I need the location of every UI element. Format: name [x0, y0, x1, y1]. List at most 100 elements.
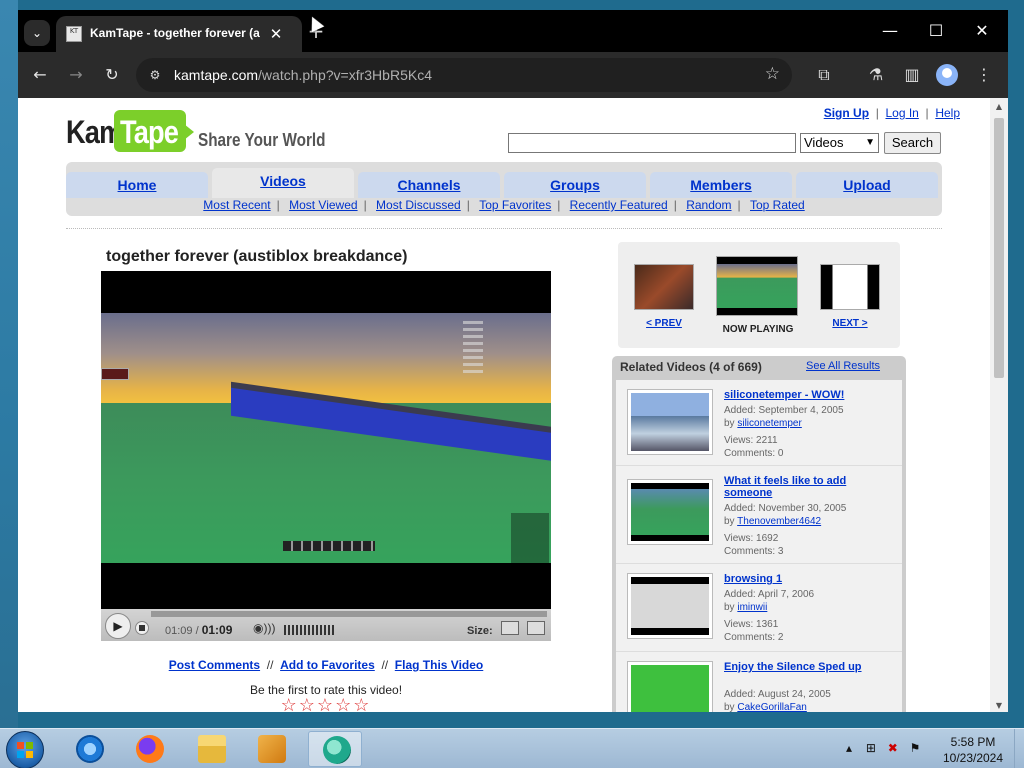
forward-arrow-icon[interactable]: →	[64, 63, 88, 87]
video-frame[interactable]	[101, 313, 551, 563]
related-added: Added: September 4, 2005	[724, 405, 844, 416]
related-title-link[interactable]: What it feels like to add someone	[724, 475, 874, 499]
help-link[interactable]: Help	[935, 106, 960, 120]
related-thumbnail[interactable]	[628, 662, 712, 712]
tab-close-icon[interactable]: ✕	[266, 24, 286, 44]
next-thumbnail[interactable]	[820, 264, 880, 310]
prev-thumbnail[interactable]	[634, 264, 694, 310]
labs-flask-icon[interactable]: ⚗	[864, 63, 888, 87]
url-domain: kamtape.com	[174, 67, 259, 83]
prev-link[interactable]: < PREV	[646, 318, 682, 329]
subnav-top-rated[interactable]: Top Rated	[750, 198, 805, 212]
browser-tab[interactable]: KT KamTape - together forever (austiblox…	[56, 16, 302, 52]
related-title-link[interactable]: browsing 1	[724, 573, 874, 585]
taskbar-browser[interactable]	[308, 731, 362, 767]
taskbar-media-player[interactable]	[244, 731, 298, 767]
search-input[interactable]	[508, 133, 796, 153]
list-item: Enjoy the Silence Sped up Added: August …	[616, 652, 902, 712]
seek-bar[interactable]	[151, 611, 547, 617]
maximize-button[interactable]: ☐	[922, 20, 950, 42]
rating-stars[interactable]: ☆☆☆☆☆	[101, 695, 551, 712]
scroll-down-icon[interactable]: ▼	[994, 701, 1004, 710]
flag-video-link[interactable]: Flag This Video	[395, 658, 483, 672]
back-arrow-icon[interactable]: ←	[28, 63, 52, 87]
clock-date: 10/23/2024	[942, 751, 1004, 765]
profile-avatar-icon[interactable]	[936, 64, 958, 86]
volume-slider[interactable]	[284, 625, 336, 635]
show-hidden-icons-icon[interactable]: ▴	[846, 741, 852, 755]
scroll-thumb[interactable]	[994, 118, 1004, 378]
related-thumbnail[interactable]	[628, 574, 712, 638]
related-title-link[interactable]: siliconetemper - WOW!	[724, 389, 874, 401]
start-button[interactable]	[6, 731, 44, 768]
tab-home[interactable]: Home	[66, 172, 208, 198]
subnav-most-viewed[interactable]: Most Viewed	[289, 198, 357, 212]
related-thumbnail[interactable]	[628, 480, 712, 544]
close-window-button[interactable]: ✕	[968, 20, 996, 42]
reload-icon[interactable]: ↻	[100, 63, 124, 87]
next-link[interactable]: NEXT >	[832, 318, 867, 329]
video-title: together forever (austiblox breakdance)	[106, 248, 408, 265]
related-added: Added: November 30, 2005	[724, 503, 847, 514]
search-button[interactable]: Search	[884, 132, 941, 154]
firefox-icon	[136, 735, 164, 763]
subnav-recently-featured[interactable]: Recently Featured	[570, 198, 668, 212]
desktop-background	[0, 0, 18, 728]
tab-search-button[interactable]: ⌄	[24, 20, 50, 46]
size-large-button[interactable]	[527, 621, 545, 635]
scroll-up-icon[interactable]: ▲	[994, 102, 1004, 111]
subnav-top-favorites[interactable]: Top Favorites	[479, 198, 551, 212]
clock-time: 5:58 PM	[950, 735, 996, 749]
tab-channels[interactable]: Channels	[358, 172, 500, 198]
stop-icon[interactable]	[135, 621, 149, 635]
play-icon[interactable]: ▶	[105, 613, 131, 639]
post-comments-link[interactable]: Post Comments	[169, 658, 260, 672]
subnav-most-recent[interactable]: Most Recent	[203, 198, 270, 212]
related-title-link[interactable]: Enjoy the Silence Sped up	[724, 661, 874, 673]
page-scrollbar[interactable]: ▲ ▼	[990, 98, 1008, 712]
url-path: /watch.php?v=xfr3HbR5Kc4	[258, 67, 432, 83]
menu-kebab-icon[interactable]: ⋮	[972, 63, 996, 87]
related-author-link[interactable]: CakeGorillaFan	[737, 702, 806, 712]
related-by-label: by	[724, 418, 735, 429]
tab-videos[interactable]: Videos	[212, 168, 354, 198]
address-bar[interactable]: ⚙ kamtape.com/watch.php?v=xfr3HbR5Kc4 ☆	[136, 58, 792, 92]
related-author-link[interactable]: Thenovember4642	[737, 516, 821, 527]
tab-upload[interactable]: Upload	[796, 172, 938, 198]
show-desktop-button[interactable]	[1014, 729, 1024, 768]
side-panel-icon[interactable]: ▥	[900, 63, 924, 87]
taskbar-firefox[interactable]	[122, 731, 176, 767]
kamtape-logo[interactable]: Kam Tape	[66, 110, 194, 154]
related-thumbnail[interactable]	[628, 390, 712, 454]
log-in-link[interactable]: Log In	[885, 106, 918, 120]
browser-toolbar: ← → ↻ ⚙ kamtape.com/watch.php?v=xfr3HbR5…	[18, 52, 1008, 98]
extensions-icon[interactable]: ⧉	[812, 63, 836, 87]
see-all-results-link[interactable]: See All Results	[806, 360, 880, 372]
taskbar-explorer[interactable]	[184, 731, 238, 767]
related-author-link[interactable]: siliconetemper	[737, 418, 801, 429]
video-player[interactable]: ▶ 01:09 / 01:09 ◉))) Size:	[101, 271, 551, 641]
search-category-select[interactable]: Videos ▼	[800, 133, 879, 153]
add-favorites-link[interactable]: Add to Favorites	[280, 658, 375, 672]
network-icon[interactable]: ⊞	[866, 741, 876, 755]
subnav-most-discussed[interactable]: Most Discussed	[376, 198, 461, 212]
volume-muted-icon[interactable]: ✖	[888, 741, 898, 755]
bookmark-star-icon[interactable]: ☆	[765, 64, 780, 84]
site-info-icon[interactable]: ⚙	[146, 66, 164, 84]
next-label: NEXT >	[820, 318, 880, 329]
taskbar-ie[interactable]	[62, 731, 116, 767]
related-author-link[interactable]: iminwii	[737, 602, 767, 613]
tab-groups[interactable]: Groups	[504, 172, 646, 198]
subnav-random[interactable]: Random	[686, 198, 731, 212]
size-normal-button[interactable]	[501, 621, 519, 635]
volume-icon[interactable]: ◉)))	[253, 621, 281, 637]
related-list: siliconetemper - WOW! Added: September 4…	[616, 380, 902, 712]
related-comments: Comments: 2	[724, 632, 784, 643]
kamtape-favicon-icon: KT	[66, 26, 82, 42]
tab-members[interactable]: Members	[650, 172, 792, 198]
minimize-button[interactable]: —	[876, 20, 904, 42]
clock[interactable]: 5:58 PM 10/23/2024	[938, 734, 1008, 766]
action-center-flag-icon[interactable]: ⚑	[910, 741, 921, 755]
url-text[interactable]: kamtape.com/watch.php?v=xfr3HbR5Kc4	[174, 67, 432, 83]
sign-up-link[interactable]: Sign Up	[824, 106, 869, 120]
